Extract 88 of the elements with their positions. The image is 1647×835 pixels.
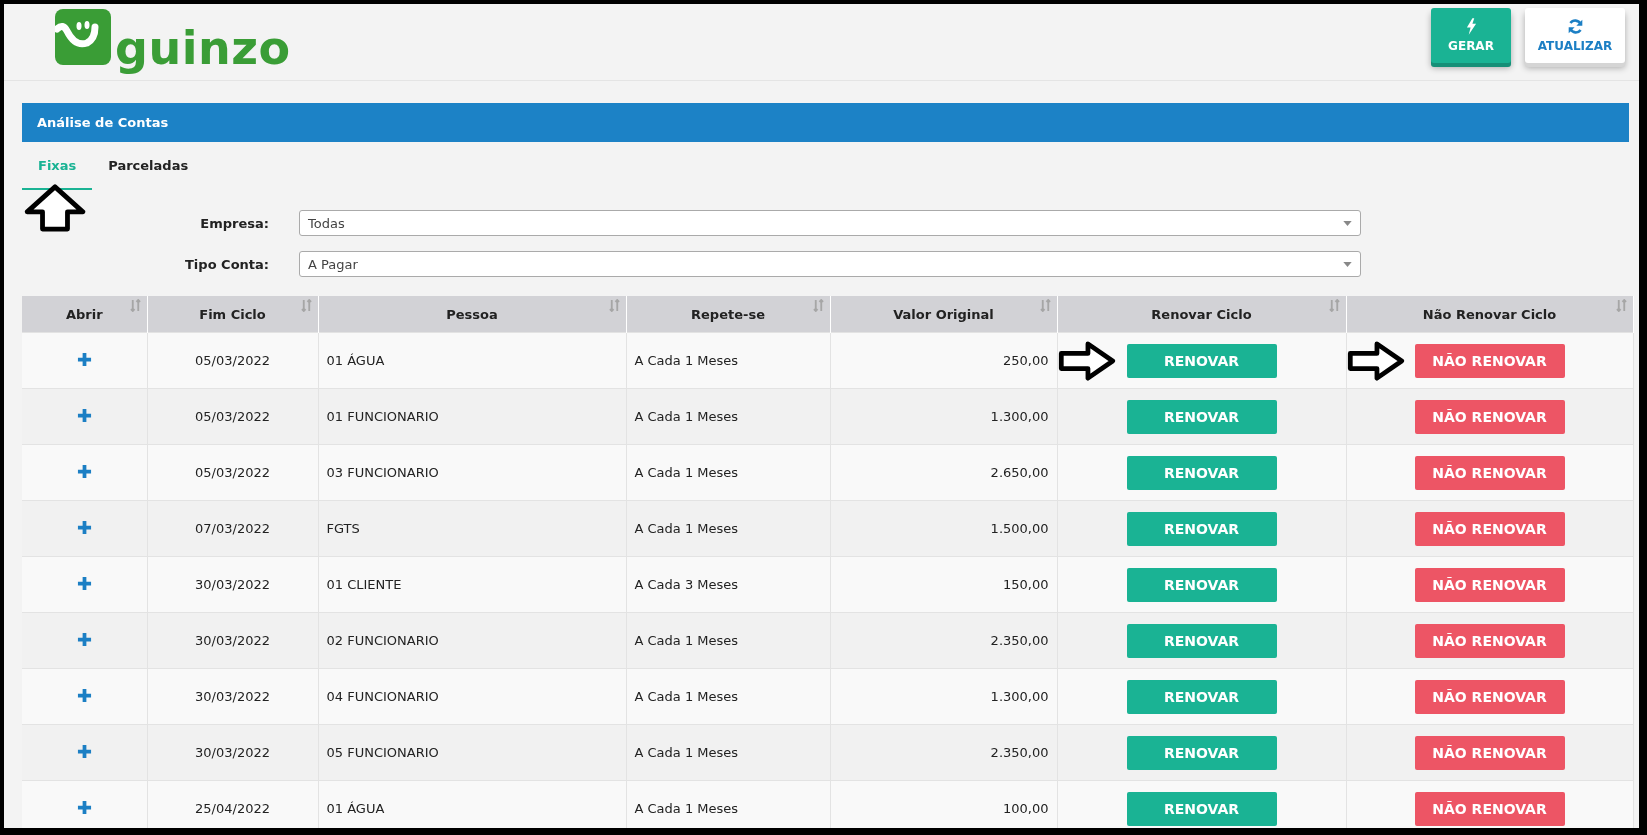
field-label: Tipo Conta:	[184, 256, 270, 272]
plus-icon[interactable]	[76, 351, 92, 367]
no-renew-button[interactable]: NÃO RENOVAR	[1414, 679, 1565, 714]
table-cell: 1.300,00	[830, 668, 1057, 725]
no-renew-button[interactable]: NÃO RENOVAR	[1414, 343, 1565, 378]
table-cell: A Cada 3 Meses	[626, 556, 830, 613]
dropdown-caret-icon	[1343, 261, 1352, 267]
no-renew-button[interactable]: NÃO RENOVAR	[1414, 511, 1565, 546]
renew-button[interactable]: RENOVAR	[1126, 399, 1277, 434]
renew-button[interactable]: RENOVAR	[1126, 679, 1277, 714]
table-cell: 150,00	[830, 556, 1057, 613]
table-cell: 05/03/2022	[147, 332, 318, 389]
no-renew-button[interactable]: NÃO RENOVAR	[1414, 791, 1565, 826]
refresh-icon	[1566, 18, 1584, 35]
renew-button[interactable]: RENOVAR	[1126, 343, 1277, 378]
table-cell: A Cada 1 Meses	[626, 500, 830, 557]
renew-button[interactable]: RENOVAR	[1126, 511, 1277, 546]
plus-icon[interactable]	[76, 687, 92, 703]
table-cell: 01 ÁGUA	[318, 780, 626, 828]
table-cell: 02 FUNCIONARIO	[318, 612, 626, 669]
sort-icon	[129, 299, 141, 312]
no-renew-button[interactable]: NÃO RENOVAR	[1414, 623, 1565, 658]
table-cell: A Cada 1 Meses	[626, 388, 830, 445]
table-cell: 03 FUNCIONARIO	[318, 444, 626, 501]
no-renew-button[interactable]: NÃO RENOVAR	[1414, 399, 1565, 434]
table-cell: A Cada 1 Meses	[626, 780, 830, 828]
table-cell: 30/03/2022	[147, 668, 318, 725]
table-cell: 01 ÁGUA	[318, 332, 626, 389]
table-cell: A Cada 1 Meses	[626, 668, 830, 725]
table-cell: 1.500,00	[830, 500, 1057, 557]
plus-icon[interactable]	[76, 407, 92, 423]
table-cell: 05/03/2022	[147, 388, 318, 445]
table-cell: 30/03/2022	[147, 724, 318, 781]
plus-icon[interactable]	[76, 631, 92, 647]
table-cell: 25/04/2022	[147, 780, 318, 828]
no-renew-button[interactable]: NÃO RENOVAR	[1414, 455, 1565, 490]
sort-icon	[812, 299, 824, 312]
renew-button[interactable]: RENOVAR	[1126, 567, 1277, 602]
no-renew-button[interactable]: NÃO RENOVAR	[1414, 567, 1565, 602]
table-cell: 01 FUNCIONARIO	[318, 388, 626, 445]
sort-icon	[1039, 299, 1051, 312]
table-cell: FGTS	[318, 500, 626, 557]
no-renew-button[interactable]: NÃO RENOVAR	[1414, 735, 1565, 770]
sort-icon	[1328, 299, 1340, 312]
column-header[interactable]: Não Renovar Ciclo	[1346, 296, 1633, 333]
dropdown-field[interactable]: Todas	[299, 210, 1361, 236]
renew-button[interactable]: RENOVAR	[1126, 735, 1277, 770]
lightning-icon	[1465, 18, 1477, 35]
plus-icon[interactable]	[76, 575, 92, 591]
table-cell: 2.650,00	[830, 444, 1057, 501]
plus-icon[interactable]	[76, 799, 92, 815]
plus-icon[interactable]	[76, 463, 92, 479]
table-cell: 04 FUNCIONARIO	[318, 668, 626, 725]
table-cell: 2.350,00	[830, 724, 1057, 781]
dropdown-field[interactable]: A Pagar	[299, 251, 1361, 277]
sort-icon	[1615, 299, 1627, 312]
column-header[interactable]: Fim Ciclo	[147, 296, 318, 333]
table-cell: A Cada 1 Meses	[626, 612, 830, 669]
renew-button[interactable]: RENOVAR	[1126, 455, 1277, 490]
table-cell: 05/03/2022	[147, 444, 318, 501]
plus-icon[interactable]	[76, 519, 92, 535]
table-cell: A Cada 1 Meses	[626, 724, 830, 781]
column-header[interactable]: Valor Original	[830, 296, 1057, 333]
column-header[interactable]: Repete-se	[626, 296, 830, 333]
table-cell: A Cada 1 Meses	[626, 332, 830, 389]
table-cell: 30/03/2022	[147, 556, 318, 613]
table-cell: A Cada 1 Meses	[626, 444, 830, 501]
smiley-logo-icon	[55, 9, 111, 65]
column-header[interactable]: Pessoa	[318, 296, 626, 333]
table-cell: 2.350,00	[830, 612, 1057, 669]
panel-header: Análise de Contas	[22, 103, 1629, 142]
table-cell: 07/03/2022	[147, 500, 318, 557]
renew-button[interactable]: RENOVAR	[1126, 791, 1277, 826]
field-label: Empresa:	[199, 215, 270, 231]
table-cell: 01 CLIENTE	[318, 556, 626, 613]
table-cell: 250,00	[830, 332, 1057, 389]
table-cell: 05 FUNCIONARIO	[318, 724, 626, 781]
table-cell: 1.300,00	[830, 388, 1057, 445]
sort-icon	[300, 299, 312, 312]
table-cell: 100,00	[830, 780, 1057, 828]
plus-icon[interactable]	[76, 743, 92, 759]
renew-button[interactable]: RENOVAR	[1126, 623, 1277, 658]
dropdown-caret-icon	[1343, 220, 1352, 226]
tab[interactable]: Parceladas	[92, 142, 205, 190]
sort-icon	[608, 299, 620, 312]
table-cell: 30/03/2022	[147, 612, 318, 669]
column-header[interactable]: Abrir	[22, 296, 147, 333]
column-header[interactable]: Renovar Ciclo	[1057, 296, 1346, 333]
